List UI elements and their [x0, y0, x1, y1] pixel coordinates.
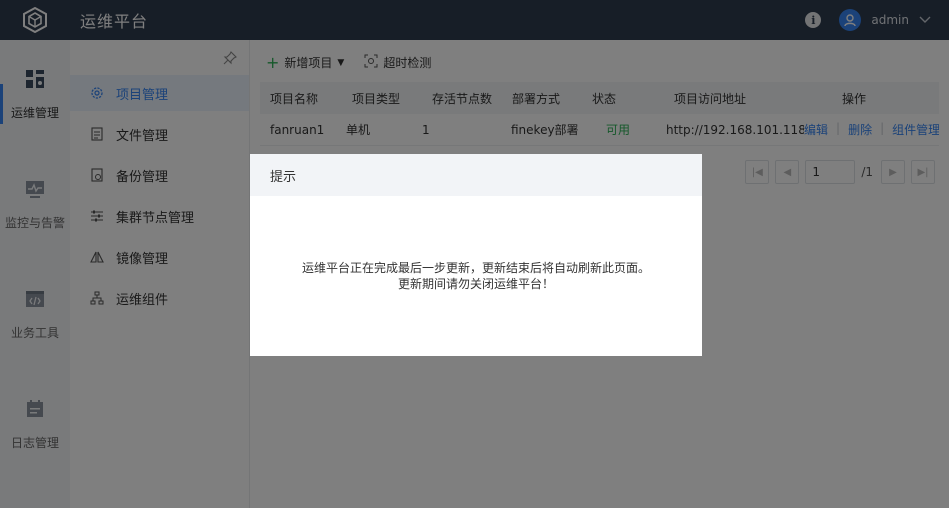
dialog-body: 运维平台正在完成最后一步更新，更新结束后将自动刷新此页面。 更新期间请勿关闭运维…	[250, 196, 702, 356]
dialog-message-line-2: 更新期间请勿关闭运维平台！	[397, 277, 554, 291]
dialog-title: 提示	[250, 154, 702, 196]
dialog-message-line-1: 运维平台正在完成最后一步更新，更新结束后将自动刷新此页面。	[301, 261, 650, 275]
notice-dialog: 提示 运维平台正在完成最后一步更新，更新结束后将自动刷新此页面。 更新期间请勿关…	[250, 154, 702, 356]
